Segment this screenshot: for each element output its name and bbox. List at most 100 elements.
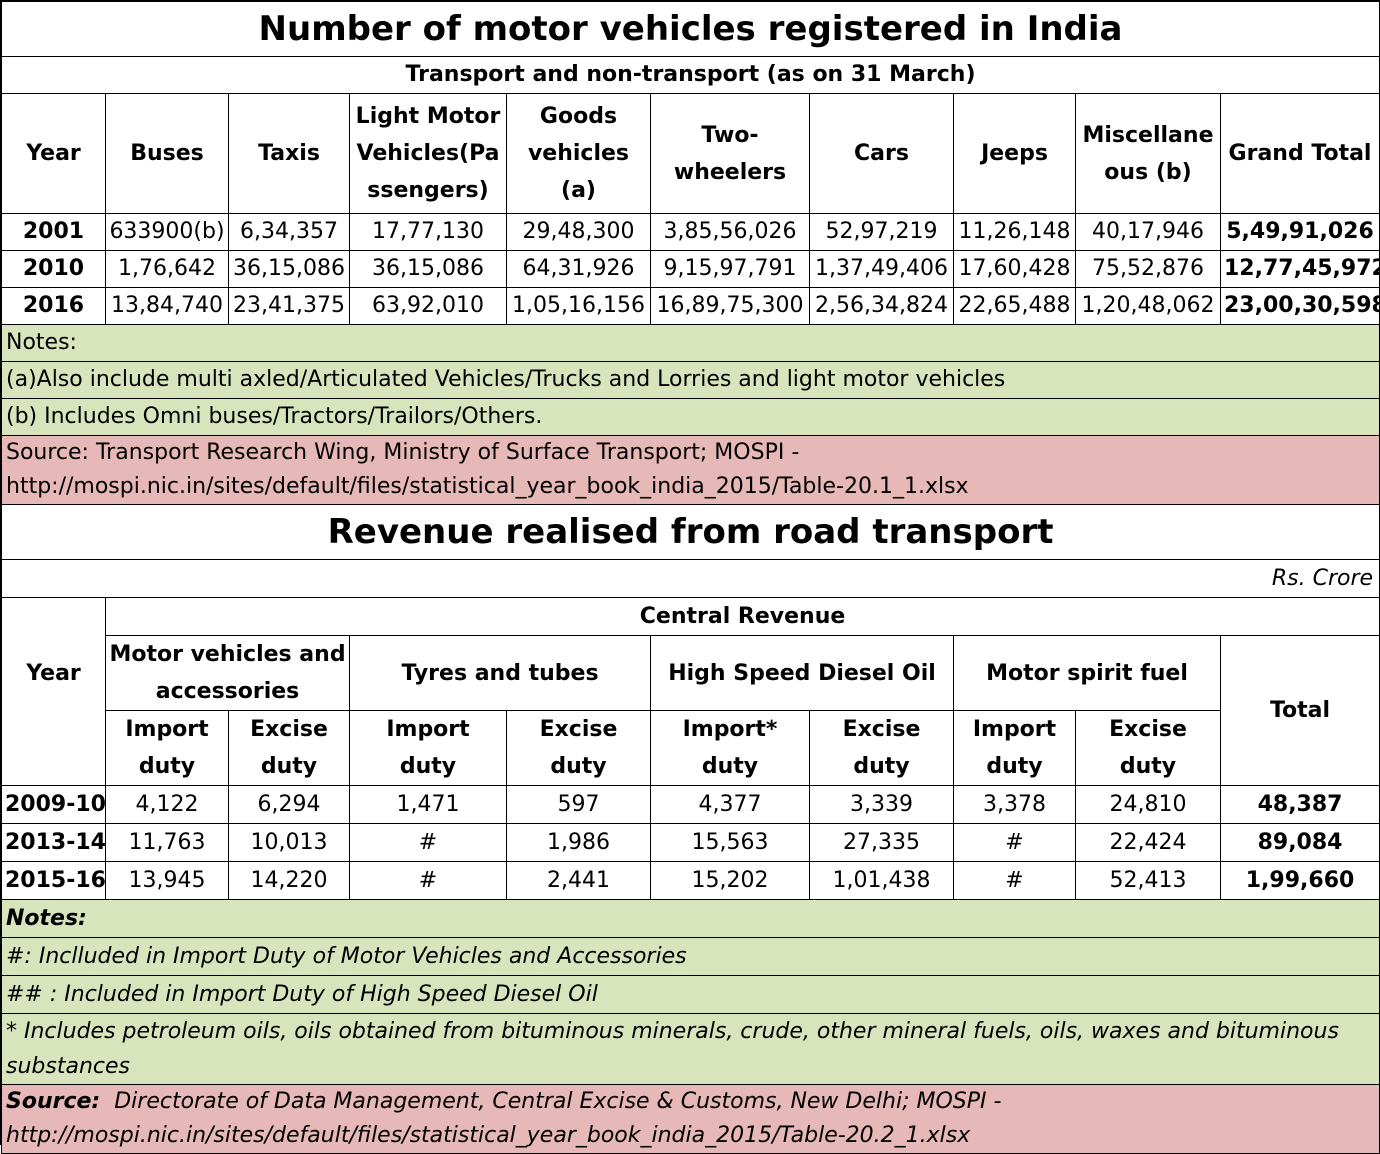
data-cell: 17,77,130: [349, 213, 507, 251]
blank-cell: [1, 748, 106, 786]
sub-header: duty: [349, 748, 507, 786]
total-cell: 1,99,660: [1219, 861, 1380, 900]
col-header-misc: Miscellaneous (b): [1075, 93, 1221, 214]
spreadsheet: Number of motor vehicles registered in I…: [0, 0, 1380, 1154]
sub-header: Import*: [650, 710, 810, 748]
table-row: 2013-14 11,763 10,013 # 1,986 15,563 27,…: [1, 823, 1380, 862]
vehicles-subtitle: Transport and non-transport (as on 31 Ma…: [0, 56, 1380, 94]
data-cell: 4,377: [650, 785, 810, 824]
data-cell: 36,15,086: [228, 250, 350, 288]
sub-header: duty: [650, 748, 810, 786]
grand-total-cell: 5,49,91,026: [1219, 213, 1380, 251]
sub-header: duty: [506, 748, 651, 786]
data-cell: 633900(b): [105, 213, 229, 251]
sub-header: Excise: [506, 710, 651, 748]
data-cell: 6,294: [228, 785, 350, 824]
group-header-motor-vehicles: Motor vehicles and accessories: [105, 635, 350, 711]
data-cell: 2,441: [506, 861, 651, 900]
col-header-buses: Buses: [105, 93, 229, 214]
data-cell: 36,15,086: [349, 250, 507, 288]
sub-header: duty: [809, 748, 954, 786]
data-cell: 15,202: [650, 861, 810, 900]
year-cell: 2009-10: [1, 785, 106, 824]
rev-note-hash: #: Inclluded in Import Duty of Motor Veh…: [0, 937, 1380, 976]
col-header-jeeps: Jeeps: [953, 93, 1076, 214]
data-cell: 1,20,48,062: [1075, 287, 1221, 325]
col-header-cars: Cars: [809, 93, 954, 214]
source-line-2: http://mospi.nic.in/sites/default/files/…: [6, 474, 969, 499]
blank-cell: [1, 597, 106, 636]
col-header-year: Year: [1, 93, 106, 214]
col-header-grand-total: Grand Total: [1219, 93, 1380, 214]
table-row: 2001 633900(b) 6,34,357 17,77,130 29,48,…: [1, 213, 1380, 251]
year-cell: 2001: [1, 213, 106, 251]
group-header-motor-spirit: Motor spirit fuel: [953, 635, 1221, 711]
vehicles-source: Source: Transport Research Wing, Ministr…: [0, 435, 1380, 505]
sub-header: Excise: [228, 710, 350, 748]
vehicles-table: Number of motor vehicles registered in I…: [0, 1, 1380, 505]
data-cell: 29,48,300: [506, 213, 651, 251]
data-cell: 24,810: [1075, 785, 1221, 824]
sub-header: Import: [953, 710, 1076, 748]
rev-col-header-year: Year: [1, 635, 106, 711]
data-cell: 1,471: [349, 785, 507, 824]
data-cell: #: [349, 861, 507, 900]
data-cell: 2,56,34,824: [809, 287, 954, 325]
data-cell: 64,31,926: [506, 250, 651, 288]
data-cell: 3,339: [809, 785, 954, 824]
blank-cell: [1, 710, 106, 748]
data-cell: 1,76,642: [105, 250, 229, 288]
data-cell: 9,15,97,791: [650, 250, 810, 288]
data-cell: 10,013: [228, 823, 350, 862]
data-cell: 22,424: [1075, 823, 1221, 862]
data-cell: 14,220: [228, 861, 350, 900]
data-cell: 597: [506, 785, 651, 824]
data-cell: 40,17,946: [1075, 213, 1221, 251]
year-cell: 2016: [1, 287, 106, 325]
sub-header: duty: [1075, 748, 1221, 786]
data-cell: 6,34,357: [228, 213, 350, 251]
grand-total-cell: 23,00,30,598: [1219, 287, 1380, 325]
col-header-two-wheelers: Two-wheelers: [650, 93, 810, 214]
rev-notes-label: Notes:: [0, 899, 1380, 938]
col-header-lmv: Light Motor Vehicles(Passengers): [349, 93, 507, 214]
data-cell: 11,26,148: [953, 213, 1076, 251]
data-cell: 22,65,488: [953, 287, 1076, 325]
data-cell: 27,335: [809, 823, 954, 862]
data-cell: 17,60,428: [953, 250, 1076, 288]
data-cell: 13,84,740: [105, 287, 229, 325]
source-line-1: Source: Transport Research Wing, Ministr…: [6, 440, 800, 465]
data-cell: #: [349, 823, 507, 862]
sub-header: Import: [349, 710, 507, 748]
revenue-source: Source: Directorate of Data Management, …: [0, 1084, 1380, 1154]
vehicles-title: Number of motor vehicles registered in I…: [0, 1, 1380, 57]
sub-header: Excise: [809, 710, 954, 748]
data-cell: #: [953, 861, 1076, 900]
rev-note-double-hash: ## : Included in Import Duty of High Spe…: [0, 975, 1380, 1014]
data-cell: 63,92,010: [349, 287, 507, 325]
data-cell: 75,52,876: [1075, 250, 1221, 288]
sub-header: Excise: [1075, 710, 1221, 748]
data-cell: 23,41,375: [228, 287, 350, 325]
data-cell: 3,85,56,026: [650, 213, 810, 251]
year-cell: 2010: [1, 250, 106, 288]
col-header-taxis: Taxis: [228, 93, 350, 214]
rev-note-star: * Includes petroleum oils, oils obtained…: [0, 1013, 1380, 1085]
group-header-hsd: High Speed Diesel Oil: [650, 635, 954, 711]
year-cell: 2015-16: [1, 861, 106, 900]
sub-header: duty: [105, 748, 229, 786]
total-cell: 48,387: [1219, 785, 1380, 824]
note-b: (b) Includes Omni buses/Tractors/Trailor…: [0, 398, 1380, 436]
sub-header: duty: [228, 748, 350, 786]
data-cell: 4,122: [105, 785, 229, 824]
note-a: (a)Also include multi axled/Articulated …: [0, 361, 1380, 399]
col-header-goods: Goods vehicles (a): [506, 93, 651, 214]
grand-total-cell: 12,77,45,972: [1219, 250, 1380, 288]
group-header-tyres: Tyres and tubes: [349, 635, 651, 711]
total-cell: 89,084: [1219, 823, 1380, 862]
data-cell: 1,05,16,156: [506, 287, 651, 325]
table-row: 2009-10 4,122 6,294 1,471 597 4,377 3,33…: [1, 785, 1380, 824]
year-cell: 2013-14: [1, 823, 106, 862]
sub-header: Import: [105, 710, 229, 748]
data-cell: 1,986: [506, 823, 651, 862]
